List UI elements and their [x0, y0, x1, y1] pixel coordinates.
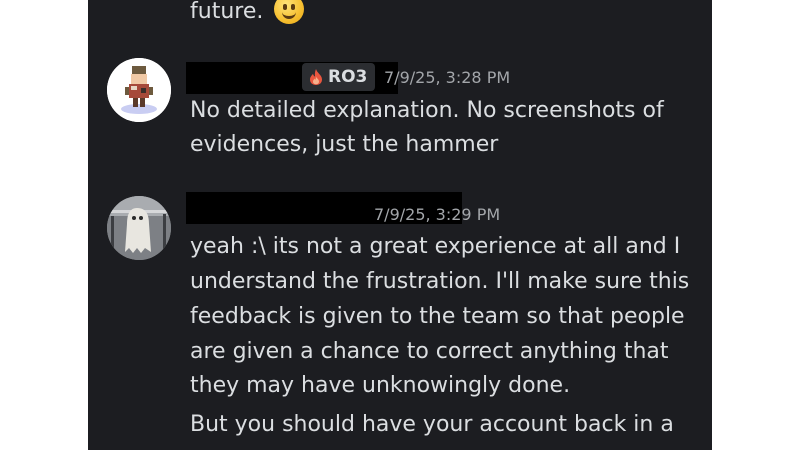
flame-icon: [310, 69, 322, 85]
user-avatar[interactable]: [107, 58, 171, 122]
chat-panel[interactable]: future. RO3 7/9/25, 3:28 PM No detailed …: [88, 0, 712, 450]
previous-message-tail: future.: [190, 0, 305, 29]
message-text-line: they may have unknowingly done.: [190, 373, 571, 398]
message-text-line: are given a chance to correct anything t…: [190, 339, 669, 364]
user-avatar[interactable]: [107, 196, 171, 260]
pixel-character-avatar-icon: [107, 58, 171, 122]
left-margin: [0, 0, 88, 450]
message-timestamp[interactable]: 7/9/25, 3:28 PM: [384, 68, 510, 88]
slightly-smiling-face-emoji: [274, 0, 305, 24]
message-text-line: yeah :\ its not a great experience at al…: [190, 234, 681, 259]
message-text-line: feedback is given to the team so that pe…: [190, 304, 685, 329]
message-text-line: understand the frustration. I'll make su…: [190, 269, 690, 294]
badge-label: RO3: [328, 67, 368, 87]
ghost-costume-photo-avatar-icon: [107, 196, 171, 260]
role-badge[interactable]: RO3: [302, 63, 376, 91]
message-timestamp[interactable]: 7/9/25, 3:29 PM: [374, 205, 500, 225]
message-text-line: evidences, just the hammer: [190, 132, 499, 157]
right-margin: [712, 0, 800, 450]
message-text-line: But you should have your account back in…: [190, 412, 674, 437]
message-text-line: No detailed explanation. No screenshots …: [190, 98, 664, 123]
message-text: future.: [190, 0, 264, 24]
